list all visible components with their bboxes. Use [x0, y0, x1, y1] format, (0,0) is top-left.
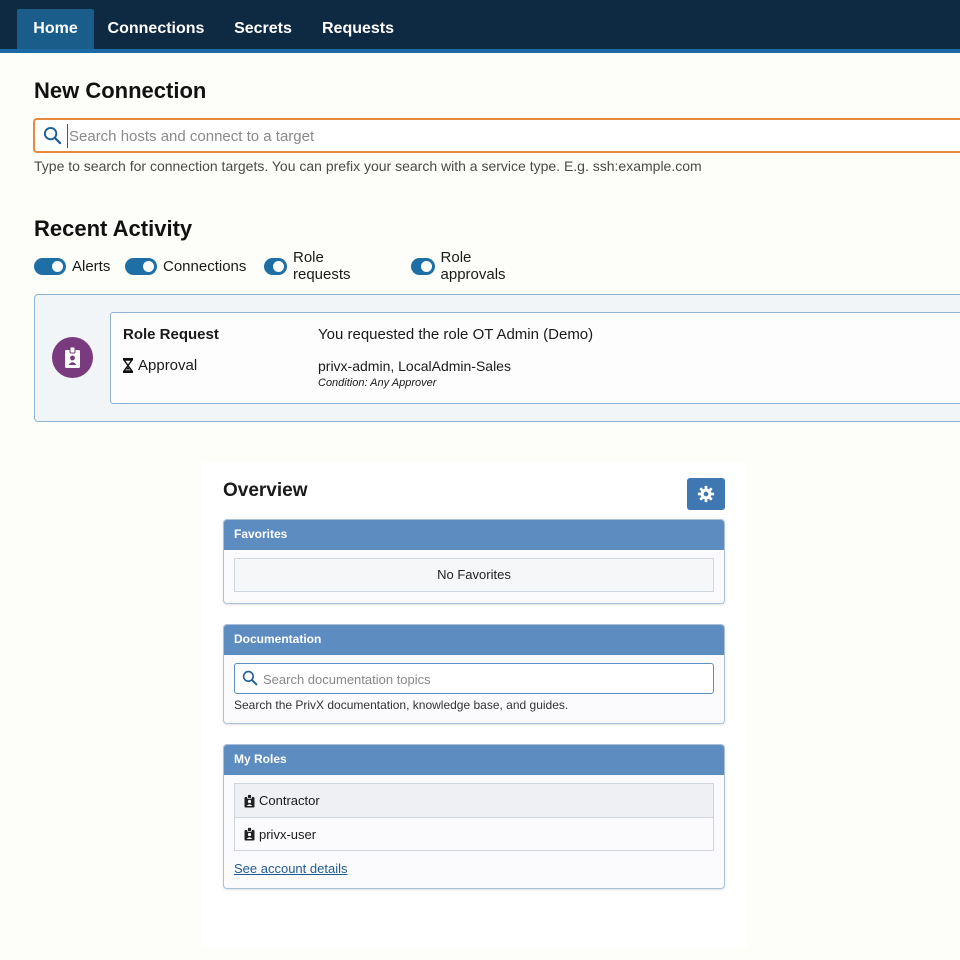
filter-label: Role approvals: [440, 249, 506, 283]
toggle-switch[interactable]: [125, 257, 157, 275]
role-list: Contractor privx-user: [234, 783, 714, 851]
hourglass-icon: [123, 358, 133, 373]
activity-status: Approval: [123, 357, 197, 374]
see-account-details-link[interactable]: See account details: [234, 861, 347, 876]
activity-status-label: Approval: [138, 357, 198, 374]
role-badge-icon: [52, 337, 93, 378]
documentation-hint: Search the PrivX documentation, knowledg…: [234, 698, 569, 712]
documentation-header: Documentation: [224, 625, 724, 655]
my-roles-header: My Roles: [224, 745, 724, 775]
filter-label: Role requests: [293, 249, 351, 283]
activity-type: Role Request: [123, 326, 219, 343]
search-icon: [43, 126, 62, 150]
recent-activity-title: Recent Activity: [34, 216, 193, 241]
no-favorites-message: No Favorites: [234, 558, 714, 592]
new-connection-title: New Connection: [34, 78, 207, 103]
role-item-contractor[interactable]: Contractor: [235, 784, 713, 817]
connection-search-input[interactable]: [67, 124, 947, 148]
tab-connections[interactable]: Connections: [100, 9, 212, 49]
role-name: privx-user: [259, 826, 317, 842]
documentation-search-input[interactable]: [263, 669, 703, 689]
my-roles-panel: My Roles Contractor privx-user See accou…: [223, 744, 725, 889]
filter-label: Connections: [163, 257, 247, 275]
activity-condition: Condition: Any Approver: [318, 377, 437, 389]
toggle-switch[interactable]: [411, 257, 435, 275]
filter-role-approvals[interactable]: Role approvals: [411, 249, 514, 283]
connection-search-hint: Type to search for connection targets. Y…: [34, 158, 702, 174]
filter-alerts[interactable]: Alerts: [34, 256, 110, 276]
role-name: Contractor: [259, 793, 320, 808]
overview-title: Overview: [223, 480, 308, 501]
favorites-header: Favorites: [224, 520, 724, 550]
toggle-switch[interactable]: [264, 257, 287, 275]
tab-requests[interactable]: Requests: [313, 9, 403, 49]
search-icon: [242, 670, 258, 691]
tab-secrets[interactable]: Secrets: [225, 9, 301, 49]
filter-role-requests[interactable]: Role requests: [264, 249, 360, 283]
tab-home[interactable]: Home: [17, 9, 94, 49]
documentation-search-box[interactable]: [234, 663, 714, 694]
toggle-switch[interactable]: [34, 257, 66, 275]
filter-connections[interactable]: Connections: [125, 256, 246, 276]
role-item-privx-user[interactable]: privx-user: [235, 817, 713, 850]
activity-card[interactable]: Role Request You requested the role OT A…: [110, 312, 960, 404]
activity-item: Role Request You requested the role OT A…: [34, 294, 960, 422]
overview-settings-button[interactable]: [687, 478, 725, 510]
role-icon: [244, 827, 255, 841]
overview-widget: Overview Favorites No Favorites Document…: [202, 462, 747, 947]
activity-message: You requested the role OT Admin (Demo): [318, 326, 594, 343]
top-navigation: Home Connections Secrets Requests: [0, 0, 960, 53]
documentation-panel: Documentation Search the PrivX documenta…: [223, 624, 725, 724]
activity-approvers: privx-admin, LocalAdmin-Sales: [318, 358, 511, 374]
filter-label: Alerts: [72, 257, 111, 275]
connection-search-box[interactable]: [33, 118, 960, 153]
favorites-panel: Favorites No Favorites: [223, 519, 725, 604]
gear-icon: [697, 485, 715, 503]
role-icon: [244, 793, 255, 808]
